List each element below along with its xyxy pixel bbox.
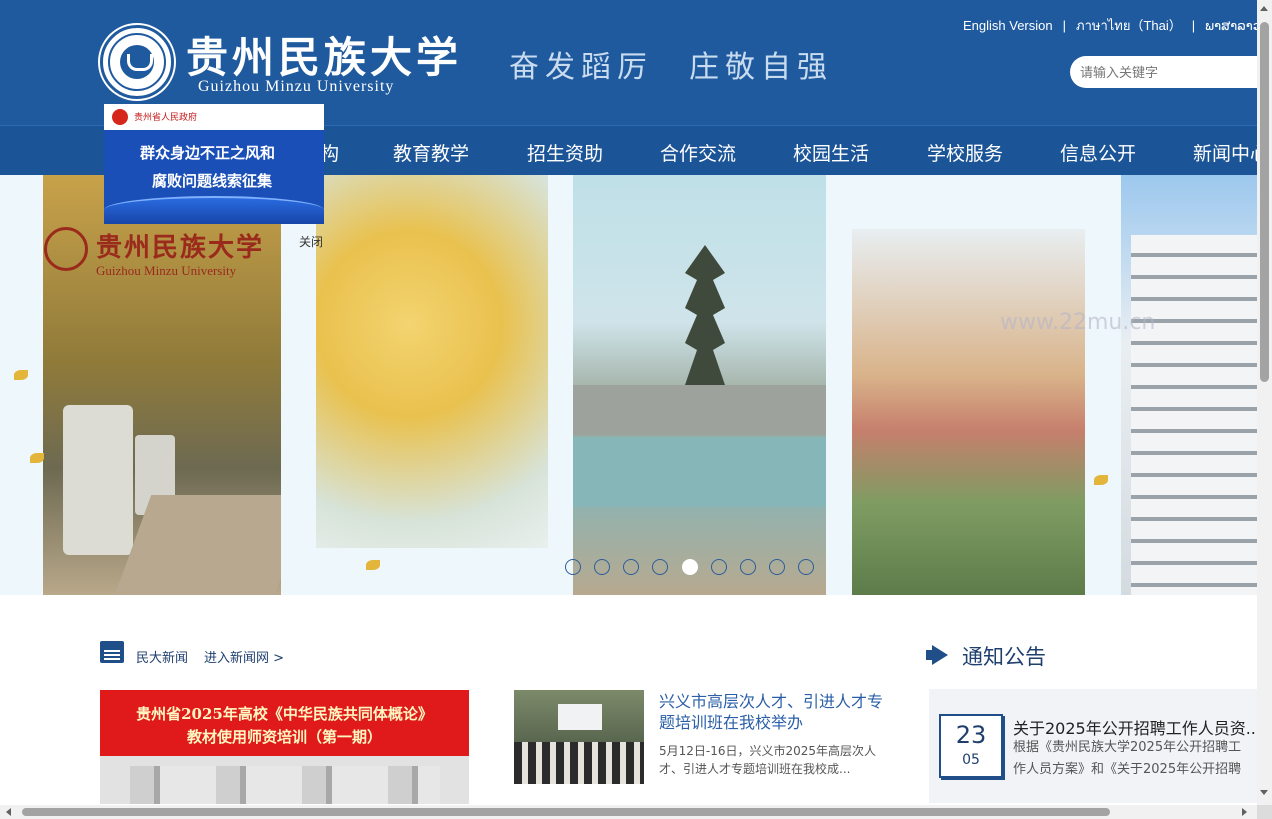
featured-news-banner: 贵州省2025年高校《中华民族共同体概论》 教材使用师资培训（第一期） xyxy=(100,690,469,756)
nav-item-education[interactable]: 教育教学 xyxy=(393,139,469,166)
slide-dot-active[interactable] xyxy=(682,559,698,575)
notice-date-badge: 23 05 xyxy=(939,714,1003,778)
news-item-title[interactable]: 兴义市高层次人才、引进人才专题培训班在我校举办 xyxy=(659,691,891,733)
news-more-link[interactable]: 进入新闻网 > xyxy=(204,647,284,666)
popup-wave-decoration xyxy=(104,196,324,224)
horizontal-scroll-thumb[interactable] xyxy=(22,808,1110,816)
news-icon xyxy=(100,641,124,663)
slide-dot[interactable] xyxy=(769,559,785,575)
lang-separator: | xyxy=(1062,18,1067,33)
banner-photo-autumn-tree xyxy=(852,229,1085,595)
water-shape xyxy=(573,437,826,507)
nav-item-services[interactable]: 学校服务 xyxy=(927,139,1003,166)
popup-close-button[interactable]: 关闭 xyxy=(299,233,323,250)
slide-dot[interactable] xyxy=(711,559,727,575)
nav-item-campus-life[interactable]: 校园生活 xyxy=(793,139,869,166)
bus-shape xyxy=(63,405,133,555)
nav-item-news-center[interactable]: 新闻中心 xyxy=(1193,139,1257,166)
notice-list-item[interactable]: 23 05 关于2025年公开招聘工作人员资... 根据《贵州民族大学2025年… xyxy=(929,689,1257,803)
scroll-up-arrow-icon[interactable] xyxy=(1260,6,1268,11)
leaf-decoration-icon xyxy=(14,370,28,380)
notice-item-summary: 根据《贵州民族大学2025年公开招聘工作人员方案》和《关于2025年公开招聘工作… xyxy=(1013,740,1242,777)
popup-text-line1: 群众身边不正之风和 xyxy=(140,144,276,162)
photo-brand-cn: 贵州民族大学 xyxy=(96,233,265,263)
popup-header: 贵州省人民政府 xyxy=(104,104,324,130)
notice-date-day: 23 xyxy=(955,721,987,749)
leaf-decoration-icon xyxy=(30,453,44,463)
lang-thai-link[interactable]: ภาษาไทย（Thai） xyxy=(1076,15,1182,36)
banner-photo-building xyxy=(1121,175,1257,595)
slide-dot[interactable] xyxy=(652,559,668,575)
nav-item-admissions[interactable]: 招生资助 xyxy=(527,139,603,166)
notice-date-month: 05 xyxy=(962,752,980,768)
lang-separator: | xyxy=(1191,18,1196,33)
scroll-down-arrow-icon[interactable] xyxy=(1260,790,1268,795)
photo-brand-en: Guizhou Minzu University xyxy=(96,263,237,278)
lang-english-link[interactable]: English Version xyxy=(963,18,1053,33)
news-item-summary: 5月12日-16日，兴义市2025年高层次人才、引进人才专题培训班在我校成... xyxy=(659,744,877,776)
vertical-scrollbar[interactable] xyxy=(1257,0,1272,805)
vertical-scroll-thumb[interactable] xyxy=(1260,22,1269,382)
megaphone-icon xyxy=(926,645,950,665)
popup-org-name: 贵州省人民政府 xyxy=(134,113,198,123)
nav-item-cooperation[interactable]: 合作交流 xyxy=(660,139,736,166)
slide-dot[interactable] xyxy=(798,559,814,575)
featured-news-line1: 贵州省2025年高校《中华民族共同体概论》 xyxy=(136,705,433,723)
banner-photo-ginkgo xyxy=(316,175,548,548)
national-emblem-icon xyxy=(112,109,128,125)
floating-ad-popup[interactable]: 贵州省人民政府 群众身边不正之风和 腐败问题线索征集 xyxy=(104,104,324,224)
news-thumbnail[interactable] xyxy=(514,690,644,784)
image-watermark: www.22mu.cn xyxy=(1000,310,1156,335)
logo-english-name[interactable]: Guizhou Minzu University xyxy=(198,78,394,96)
scroll-left-arrow-icon[interactable] xyxy=(6,808,11,816)
nav-item-information[interactable]: 信息公开 xyxy=(1060,139,1136,166)
university-motto: 奋发蹈厉 庄敬自强 xyxy=(509,50,833,85)
language-switcher: English Version | ภาษาไทย（Thai） | ພາສາລາວ（ xyxy=(963,15,1272,36)
slide-dot[interactable] xyxy=(740,559,756,575)
pagoda-shape xyxy=(685,245,725,385)
horizontal-scrollbar[interactable] xyxy=(0,805,1257,819)
projector-screen-shape xyxy=(558,704,602,730)
slide-dot[interactable] xyxy=(623,559,639,575)
banner-photo-pagoda xyxy=(573,175,826,595)
leaf-decoration-icon xyxy=(1094,475,1108,485)
notice-item-title[interactable]: 关于2025年公开招聘工作人员资... xyxy=(1013,715,1257,739)
popup-text-line2: 腐败问题线索征集 xyxy=(152,172,273,190)
bridge-shape xyxy=(573,385,826,435)
featured-news-line2: 教材使用师资培训（第一期） xyxy=(186,728,382,746)
notice-section-title[interactable]: 通知公告 xyxy=(962,641,1046,671)
photo-seal-icon xyxy=(44,227,88,271)
building-shape xyxy=(1131,235,1257,595)
hero-banner[interactable]: 贵州民族大学 Guizhou Minzu University www.22mu… xyxy=(0,175,1257,595)
university-seal-icon[interactable] xyxy=(100,25,174,99)
search-box xyxy=(1070,56,1257,88)
scroll-right-arrow-icon[interactable] xyxy=(1242,808,1247,816)
scrollbar-corner xyxy=(1257,805,1272,819)
slide-dot[interactable] xyxy=(565,559,581,575)
logo-chinese-name[interactable]: 贵州民族大学 xyxy=(186,24,462,85)
news-section-title[interactable]: 民大新闻 xyxy=(136,647,188,666)
search-input[interactable] xyxy=(1080,62,1250,82)
slide-dot[interactable] xyxy=(594,559,610,575)
building-pillars-shape xyxy=(130,766,440,804)
featured-news-image[interactable]: 贵州省2025年高校《中华民族共同体概论》 教材使用师资培训（第一期） xyxy=(100,690,469,804)
audience-shape xyxy=(514,742,644,784)
seal-core xyxy=(120,45,154,79)
leaf-decoration-icon xyxy=(366,560,380,570)
